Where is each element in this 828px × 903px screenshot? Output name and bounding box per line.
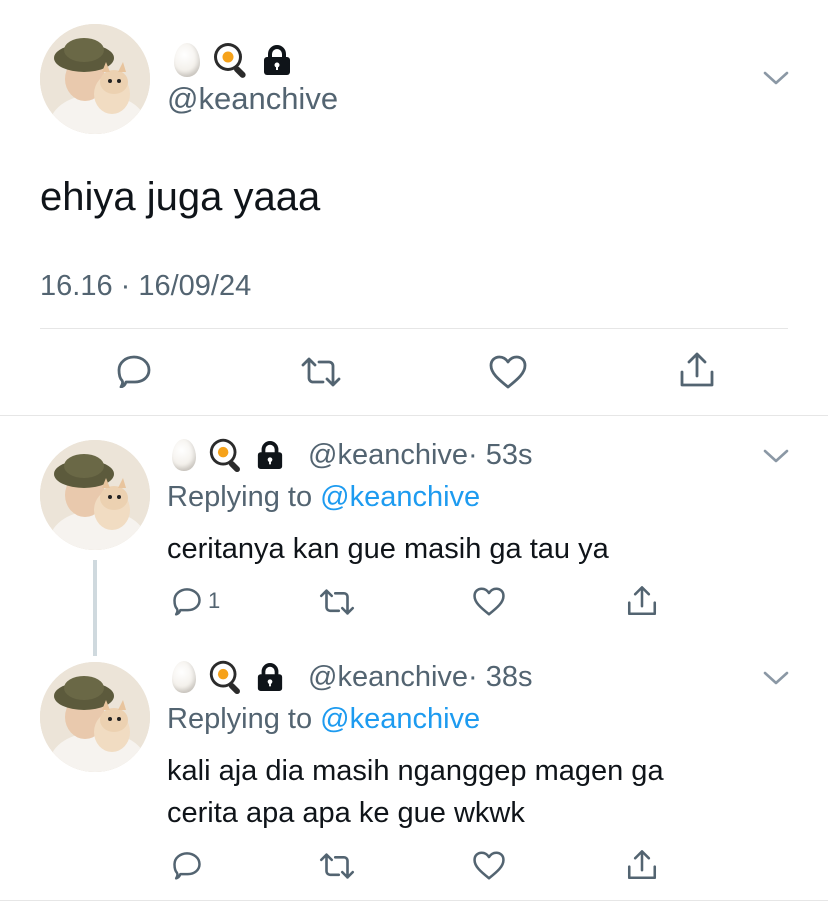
- frying-pan-egg-icon: [206, 435, 246, 475]
- avatar-photo: [40, 662, 150, 772]
- retweet-icon: [319, 589, 355, 615]
- username[interactable]: @keanchive: [308, 661, 468, 693]
- reply-button[interactable]: [172, 850, 208, 880]
- retweet-button[interactable]: [300, 356, 342, 388]
- reply-icon: [173, 852, 201, 880]
- reply-text-line: cerita apa apa ke gue wkwk: [167, 797, 525, 829]
- replying-to: Replying to @keanchive: [167, 701, 480, 737]
- reply-icon: [117, 355, 151, 388]
- frying-pan-egg-icon: [206, 657, 246, 697]
- avatar[interactable]: [40, 662, 150, 772]
- reply-count: 1: [208, 588, 221, 613]
- chevron-down-icon[interactable]: [763, 70, 789, 91]
- chevron-down-icon[interactable]: [763, 448, 789, 469]
- reply-meta: @keanchive· 53s: [308, 437, 533, 473]
- reply-meta: @keanchive· 38s: [308, 659, 533, 695]
- tweet-text: ehiya juga yaaa: [40, 175, 321, 219]
- share-button[interactable]: [625, 848, 659, 882]
- lock-icon: [256, 662, 284, 692]
- replying-to-label: Replying to: [167, 481, 313, 513]
- avatar[interactable]: [40, 24, 150, 134]
- display-name-emojis: [172, 658, 284, 696]
- egg-icon: [174, 43, 200, 77]
- username[interactable]: @keanchive: [167, 80, 338, 118]
- reply-text: ceritanya kan gue masih ga tau ya: [167, 533, 609, 565]
- relative-time[interactable]: · 38s: [468, 661, 532, 693]
- share-icon: [680, 352, 714, 387]
- egg-icon: [172, 439, 196, 471]
- reply-text-line: kali aja dia masih nganggep magen ga: [167, 755, 664, 787]
- display-name-emojis: [174, 40, 292, 80]
- mention-link[interactable]: @keanchive: [320, 481, 480, 513]
- replying-to: Replying to @keanchive: [167, 479, 480, 515]
- avatar-photo: [40, 440, 150, 550]
- reply-button[interactable]: [116, 354, 152, 388]
- share-icon: [627, 850, 657, 880]
- egg-icon: [172, 661, 196, 693]
- share-button[interactable]: [625, 584, 659, 618]
- share-icon: [627, 586, 657, 616]
- like-button[interactable]: [472, 850, 506, 881]
- avatar[interactable]: [40, 440, 150, 550]
- retweet-icon: [301, 357, 341, 387]
- display-name-emojis: [172, 436, 284, 474]
- frying-pan-egg-icon: [210, 39, 252, 81]
- retweet-button[interactable]: [318, 588, 356, 616]
- like-button[interactable]: [472, 586, 506, 617]
- thread-line: [93, 560, 97, 656]
- divider: [40, 328, 788, 329]
- chevron-down-icon[interactable]: [763, 670, 789, 691]
- replying-to-label: Replying to: [167, 703, 313, 735]
- retweet-icon: [319, 853, 355, 879]
- username[interactable]: @keanchive: [308, 439, 468, 471]
- like-icon: [489, 355, 527, 389]
- avatar-photo: [40, 24, 150, 134]
- lock-icon: [256, 440, 284, 470]
- retweet-button[interactable]: [318, 852, 356, 880]
- like-icon: [473, 851, 505, 880]
- share-button[interactable]: [677, 350, 717, 390]
- like-icon: [473, 587, 505, 616]
- reply-button[interactable]: 1: [172, 586, 220, 616]
- like-button[interactable]: [488, 354, 528, 390]
- relative-time[interactable]: · 53s: [468, 439, 532, 471]
- tweet-timestamp: 16.16 · 16/09/24: [40, 270, 252, 302]
- section-divider: [0, 900, 828, 901]
- reply-icon: [173, 588, 201, 616]
- mention-link[interactable]: @keanchive: [320, 703, 480, 735]
- section-divider: [0, 415, 828, 416]
- lock-icon: [262, 44, 292, 76]
